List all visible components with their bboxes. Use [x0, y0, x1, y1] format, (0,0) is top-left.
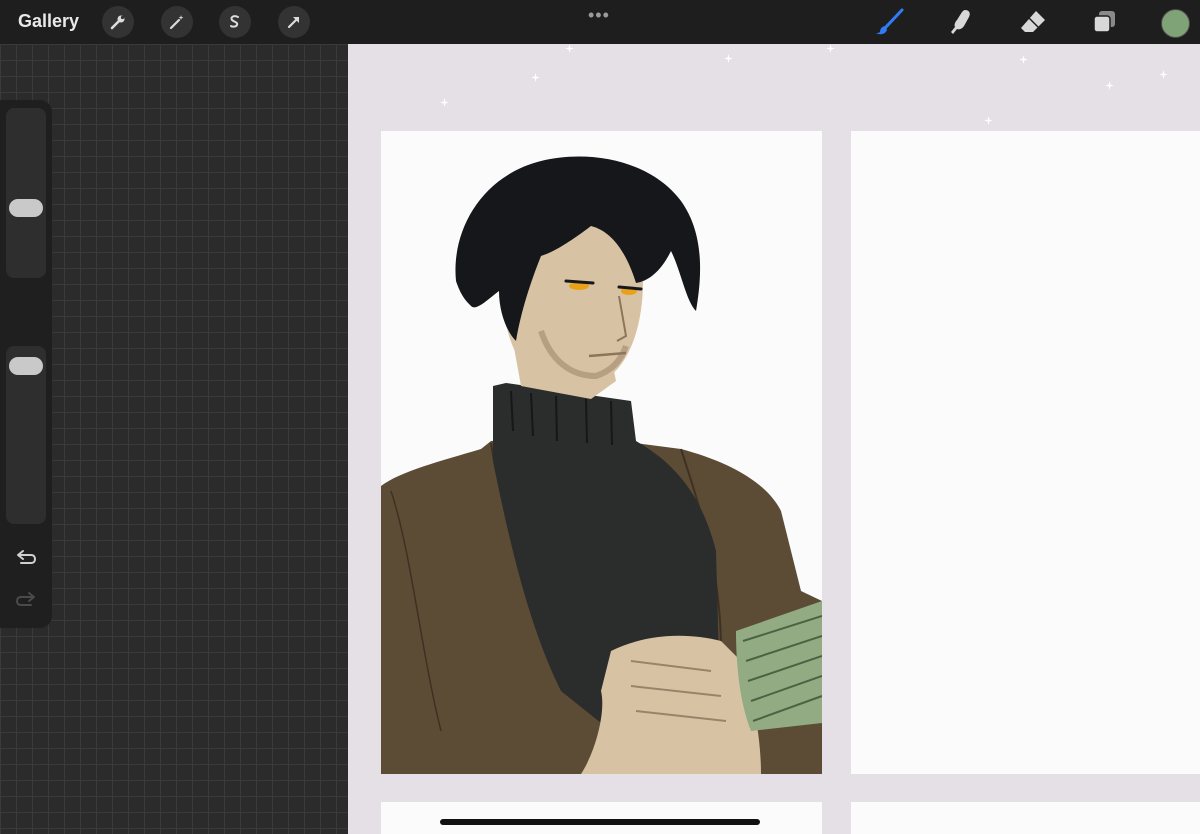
layers-button[interactable] [1090, 8, 1120, 36]
brush-size-slider[interactable] [6, 108, 46, 278]
sparkle-icon [826, 44, 835, 53]
blank-page[interactable] [851, 802, 1200, 834]
artwork-page[interactable] [381, 131, 823, 774]
brush-icon [876, 8, 904, 35]
wrench-icon [110, 15, 125, 30]
sparkle-icon [1159, 70, 1168, 79]
magic-wand-icon [169, 15, 184, 30]
gallery-button[interactable]: Gallery [18, 11, 79, 32]
home-indicator[interactable] [440, 819, 760, 825]
eraser-tool-button[interactable] [1018, 8, 1048, 36]
sparkle-icon [1105, 81, 1114, 90]
sparkle-icon [565, 44, 574, 53]
selection-icon [230, 15, 239, 28]
sparkle-icon [724, 54, 733, 63]
selection-button[interactable] [219, 6, 251, 38]
actions-button[interactable] [102, 6, 134, 38]
brush-tool-button[interactable] [875, 8, 905, 36]
blank-page[interactable] [851, 131, 1200, 774]
undo-icon [17, 550, 37, 564]
brush-size-thumb[interactable] [9, 199, 43, 217]
eraser-icon [1021, 11, 1045, 32]
top-toolbar: Gallery ••• [0, 0, 1200, 44]
blank-page[interactable] [381, 802, 822, 834]
sparkle-icon [440, 98, 449, 107]
redo-button[interactable] [12, 588, 40, 612]
smudge-icon [951, 10, 970, 34]
sparkle-icon [531, 73, 540, 82]
sparkle-icon [984, 116, 993, 125]
opacity-thumb[interactable] [9, 357, 43, 375]
left-sidebar [0, 100, 52, 628]
transform-button[interactable] [278, 6, 310, 38]
adjustments-button[interactable] [161, 6, 193, 38]
color-picker-button[interactable] [1161, 9, 1190, 38]
character-illustration [381, 156, 823, 774]
redo-icon [15, 592, 35, 606]
transform-arrow-icon [287, 16, 300, 29]
smudge-tool-button[interactable] [947, 8, 977, 36]
layers-icon [1093, 11, 1115, 33]
sparkle-icon [1019, 55, 1028, 64]
drawing-canvas[interactable] [348, 44, 1200, 834]
undo-button[interactable] [12, 546, 40, 570]
interface-background [0, 44, 348, 834]
more-options-button[interactable]: ••• [588, 5, 610, 26]
